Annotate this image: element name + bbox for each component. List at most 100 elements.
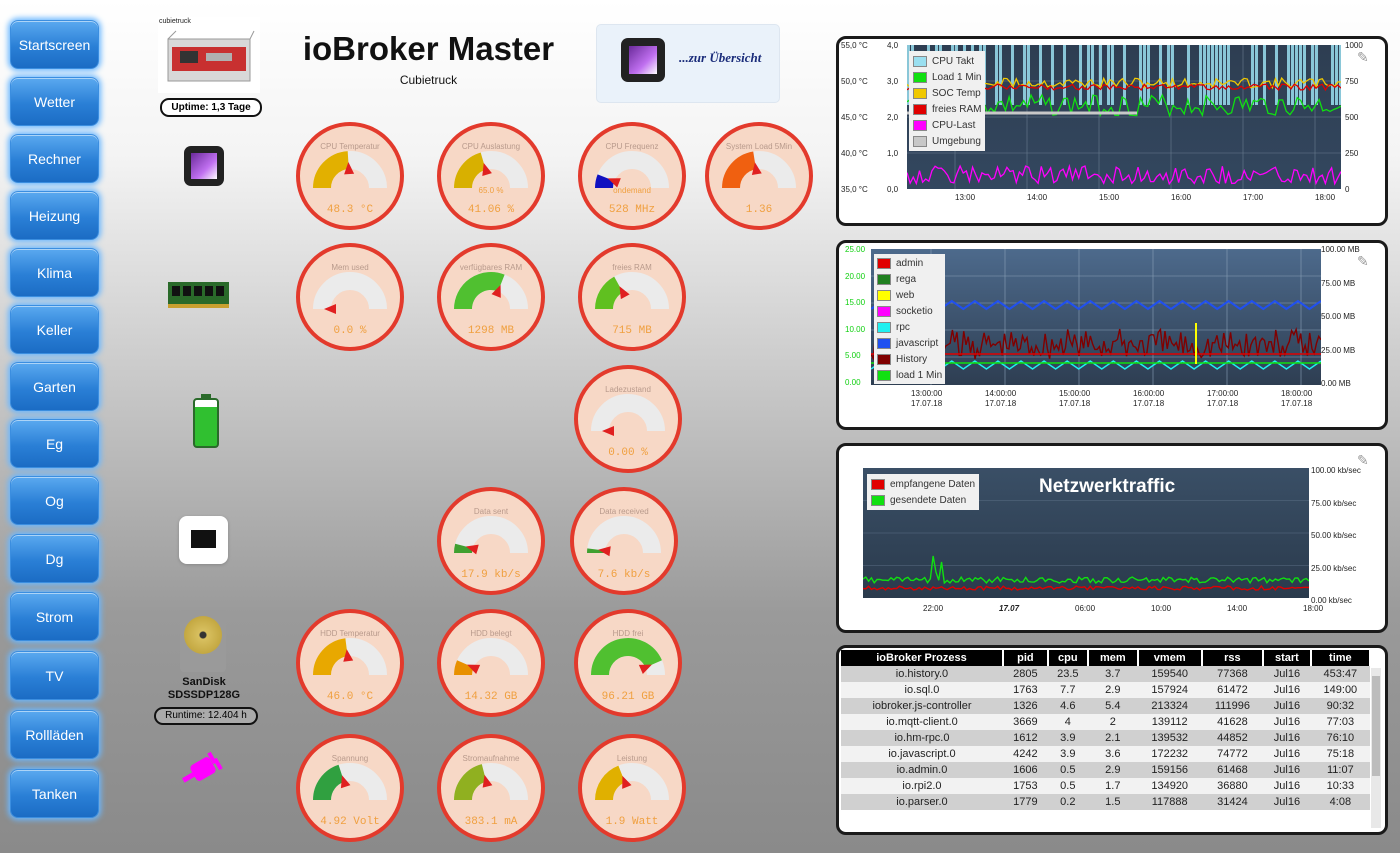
legend-item[interactable]: empfangene Daten bbox=[871, 476, 975, 492]
legend-item[interactable]: socketio bbox=[877, 303, 942, 319]
table-cell: 1612 bbox=[1002, 730, 1048, 746]
legend-item[interactable]: web bbox=[877, 287, 942, 303]
nav-button-eg[interactable]: Eg bbox=[10, 419, 99, 468]
gauge-verf-gbares-ram: verfügbares RAM 1298 MB bbox=[437, 243, 545, 351]
legend-item[interactable]: Umgebung bbox=[913, 133, 981, 149]
legend-item[interactable]: CPU-Last bbox=[913, 117, 981, 133]
page-subtitle: Cubietruck bbox=[399, 73, 458, 87]
table-row: io.javascript.0 4242 3.9 3.6 172232 74772 Jul1… bbox=[841, 746, 1370, 762]
legend-label: gesendete Daten bbox=[890, 494, 967, 506]
legend-item[interactable]: CPU Takt bbox=[913, 53, 981, 69]
axis-tick-label: 25.00 kb/sec bbox=[1311, 563, 1357, 573]
cpu-chip-icon bbox=[621, 38, 665, 82]
axis-tick-label: 100.00 kb/sec bbox=[1311, 466, 1361, 475]
legend-item[interactable]: Load 1 Min bbox=[913, 69, 981, 85]
legend-item[interactable]: History bbox=[877, 351, 942, 367]
nav-button-og[interactable]: Og bbox=[10, 476, 99, 525]
axis-tick-label: 250 bbox=[1345, 149, 1359, 158]
gauge-value: 14.32 GB bbox=[464, 691, 518, 703]
axis-tick-label: 45,0 °C bbox=[841, 113, 868, 122]
legend-item[interactable]: SOC Temp bbox=[913, 85, 981, 101]
nav-button-tanken[interactable]: Tanken bbox=[10, 769, 99, 818]
table-cell: 2.9 bbox=[1087, 682, 1138, 698]
nav-button-garten[interactable]: Garten bbox=[10, 362, 99, 411]
gauge-value: 4.92 Volt bbox=[320, 816, 380, 828]
axis-tick-label: 17:00:00 bbox=[1207, 389, 1239, 398]
legend-label: rega bbox=[896, 273, 917, 285]
network-traffic-panel: Netzwerktraffic 100.00 kb/sec 75.00 kb/se… bbox=[836, 443, 1388, 633]
table-cell: 172232 bbox=[1137, 746, 1202, 762]
nav-button-heizung[interactable]: Heizung bbox=[10, 191, 99, 240]
table-cell: io.javascript.0 bbox=[841, 746, 1003, 762]
cubietruck-image: cubietruck bbox=[158, 17, 260, 93]
table-cell: io.mqtt-client.0 bbox=[841, 714, 1003, 730]
nav-button-keller[interactable]: Keller bbox=[10, 305, 99, 354]
gauge-value: 383.1 mA bbox=[464, 816, 518, 828]
column-header[interactable]: pid bbox=[1002, 650, 1049, 666]
gauge-value: 715 MB bbox=[612, 325, 652, 337]
table-cell: 117888 bbox=[1137, 794, 1202, 810]
column-header[interactable]: mem bbox=[1087, 650, 1139, 666]
legend-label: CPU-Last bbox=[932, 119, 976, 131]
table-cell: 0.5 bbox=[1047, 762, 1088, 778]
table-header-row: ioBroker Prozess pid cpu mem vmem rss start tim… bbox=[841, 650, 1372, 666]
table-cell: io.sql.0 bbox=[841, 682, 1003, 698]
nav-button-tv[interactable]: TV bbox=[10, 651, 99, 700]
axis-tick-label: 2,0 bbox=[887, 113, 899, 122]
table-cell: io.history.0 bbox=[841, 666, 1003, 682]
legend-item[interactable]: gesendete Daten bbox=[871, 492, 975, 508]
gauge-title: System Load 5Min bbox=[725, 142, 793, 151]
axis-tick-label: 750 bbox=[1345, 77, 1359, 86]
table-cell: 3.7 bbox=[1087, 666, 1138, 682]
legend-item[interactable]: rega bbox=[877, 271, 942, 287]
axis-tick-label: 1000 bbox=[1345, 41, 1363, 50]
gauge-title: HDD Temperatur bbox=[320, 629, 380, 638]
axis-tick-label: 25.00 bbox=[845, 245, 866, 254]
table-cell: 7.7 bbox=[1047, 682, 1088, 698]
gauge-cpu-frequenz: CPU Frequenz ondemand 528 MHz bbox=[578, 122, 686, 230]
column-header[interactable]: cpu bbox=[1047, 650, 1089, 666]
table-cell: 2 bbox=[1087, 714, 1138, 730]
table-scrollbar[interactable] bbox=[1371, 668, 1381, 828]
legend-item[interactable]: load 1 Min bbox=[877, 367, 942, 383]
nav-button-rollläden[interactable]: Rollläden bbox=[10, 710, 99, 759]
table-cell: 3.9 bbox=[1047, 746, 1088, 762]
legend-item[interactable]: javascript bbox=[877, 335, 942, 351]
column-header[interactable]: vmem bbox=[1137, 650, 1203, 666]
column-header[interactable]: ioBroker Prozess bbox=[841, 650, 1004, 666]
legend-item[interactable]: admin bbox=[877, 255, 942, 271]
gauge-title: freies RAM bbox=[612, 263, 652, 272]
axis-tick-label: 15:00 bbox=[1099, 193, 1120, 202]
nav-button-dg[interactable]: Dg bbox=[10, 534, 99, 583]
edit-pencil-icon[interactable]: ✎ bbox=[1357, 253, 1369, 270]
axis-tick-label: 06:00 bbox=[1075, 604, 1096, 613]
nav-button-rechner[interactable]: Rechner bbox=[10, 134, 99, 183]
column-header[interactable]: time bbox=[1310, 650, 1372, 666]
gauge-title: verfügbares RAM bbox=[459, 263, 523, 272]
column-header[interactable]: rss bbox=[1201, 650, 1265, 666]
table-cell: 1.5 bbox=[1087, 794, 1138, 810]
legend-item[interactable]: rpc bbox=[877, 319, 942, 335]
column-header[interactable]: start bbox=[1263, 650, 1312, 666]
table-cell: 74772 bbox=[1201, 746, 1264, 762]
nav-button-strom[interactable]: Strom bbox=[10, 592, 99, 641]
nav-button-klima[interactable]: Klima bbox=[10, 248, 99, 297]
legend-label: rpc bbox=[896, 321, 910, 333]
edit-pencil-icon[interactable]: ✎ bbox=[1357, 49, 1369, 66]
gauge-ladezustand: Ladezustand 0.00 % bbox=[574, 365, 682, 473]
legend-item[interactable]: freies RAM bbox=[913, 101, 981, 117]
nav-button-wetter[interactable]: Wetter bbox=[10, 77, 99, 126]
ethernet-port-icon bbox=[179, 516, 228, 564]
legend-label: freies RAM bbox=[932, 103, 982, 115]
gauge-leistung: Leistung 1.9 Watt bbox=[578, 734, 686, 842]
nav-button-startscreen[interactable]: Startscreen bbox=[10, 20, 99, 69]
edit-pencil-icon[interactable]: ✎ bbox=[1357, 452, 1369, 469]
table-cell: Jul16 bbox=[1263, 778, 1311, 794]
cpu-chip-icon bbox=[184, 146, 224, 186]
table-cell: 31424 bbox=[1201, 794, 1264, 810]
legend-label: empfangene Daten bbox=[890, 478, 976, 490]
gauge-title: HDD belegt bbox=[470, 629, 512, 638]
table-cell: 44852 bbox=[1201, 730, 1264, 746]
axis-tick-label: 10.00 bbox=[845, 324, 866, 334]
overview-link-button[interactable]: ...zur Übersicht bbox=[596, 24, 780, 103]
